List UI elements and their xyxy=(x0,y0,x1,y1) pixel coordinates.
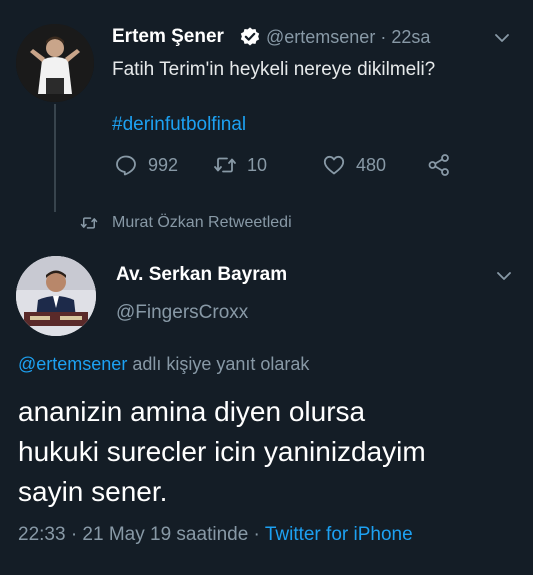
tweet-text-line: sayin sener. xyxy=(18,476,168,507)
retweet-icon xyxy=(214,157,236,173)
retweet-count: 10 xyxy=(247,154,268,175)
reply-count: 992 xyxy=(148,154,179,175)
author-handle: @ertemsener xyxy=(266,27,376,47)
author-handle-and-time[interactable]: @ertemsener · 22sa xyxy=(266,27,430,48)
tweet-timestamp[interactable]: 22:33 · 21 May 19 saatinde · xyxy=(18,524,260,545)
tweet-text-line: hukuki surecler icin yaninizdayim xyxy=(18,436,426,467)
share-icon xyxy=(428,154,449,176)
avatar-image xyxy=(16,24,94,102)
avatar-image xyxy=(16,256,96,336)
author-name[interactable]: Ertem Şener xyxy=(112,26,224,48)
verified-badge-icon xyxy=(239,26,261,48)
reply-to-handle-link[interactable]: @ertemsener xyxy=(18,354,127,374)
tweet-text: Fatih Terim'in heykeli nereye dikilmeli? xyxy=(112,59,436,80)
thread-line xyxy=(54,104,56,212)
chevron-down-icon[interactable] xyxy=(494,30,510,46)
tweet-text-line: ananizin amina diyen olursa xyxy=(18,396,366,427)
retweet-button[interactable]: 10 xyxy=(213,152,267,178)
like-count: 480 xyxy=(356,154,387,175)
tweet-meta: 22:33 · 21 May 19 saatinde · Twitter for… xyxy=(18,524,413,546)
retweet-icon xyxy=(80,217,98,229)
retweet-context-label: Murat Özkan Retweetledi xyxy=(112,214,292,231)
tweet-source-link[interactable]: Twitter for iPhone xyxy=(265,524,413,545)
reply-button[interactable]: 992 xyxy=(114,152,178,178)
heart-icon xyxy=(323,155,345,175)
retweet-context[interactable]: Murat Özkan Retweetledi xyxy=(80,214,292,232)
reply-context: @ertemsener adlı kişiye yanıt olarak xyxy=(18,354,309,375)
author-handle[interactable]: @FingersCroxx xyxy=(116,302,248,324)
hashtag-link[interactable]: #derinfutbolfinal xyxy=(112,114,246,136)
separator-dot: · xyxy=(380,27,387,47)
reply-to-suffix: adlı kişiye yanıt olarak xyxy=(127,354,310,374)
chevron-down-icon[interactable] xyxy=(496,268,512,284)
avatar-ertem-sener[interactable] xyxy=(16,24,94,102)
share-button[interactable] xyxy=(427,152,461,178)
tweet-text: ananizin amina diyen olursa hukuki surec… xyxy=(18,392,518,512)
like-button[interactable]: 480 xyxy=(322,152,386,178)
reply-icon xyxy=(116,155,136,176)
author-name[interactable]: Av. Serkan Bayram xyxy=(116,264,287,286)
avatar-serkan-bayram[interactable] xyxy=(16,256,96,336)
tweet-time: 22sa xyxy=(391,27,431,47)
